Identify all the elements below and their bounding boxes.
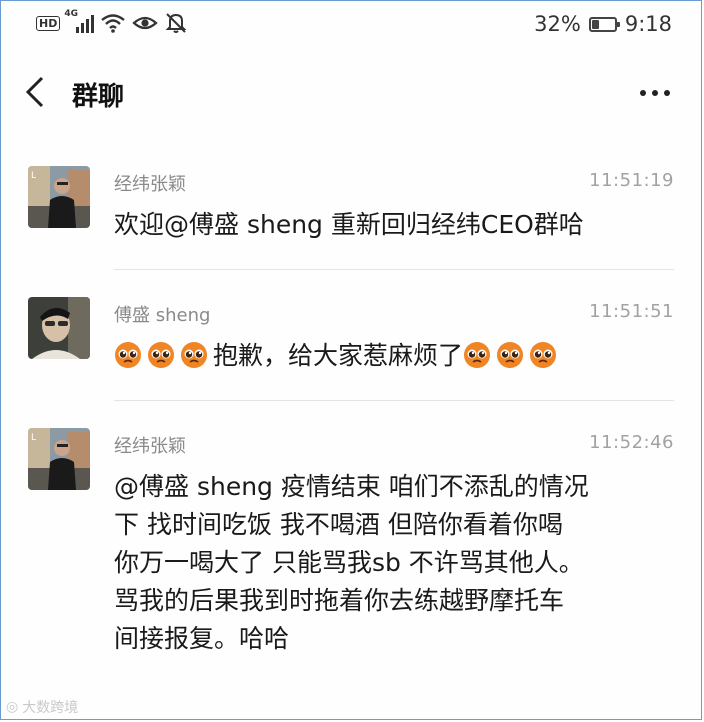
sender-name: 经纬张颖: [114, 174, 186, 195]
pleading-face-icon: [530, 342, 557, 368]
message-body: 抱歉，给大家惹麻烦了: [213, 341, 464, 370]
pleading-face-icon: [464, 342, 491, 368]
message-time: 11:51:51: [589, 301, 674, 322]
status-bar: HD 4G 32% 9:18: [0, 0, 704, 52]
eye-comfort-icon: [132, 16, 158, 30]
message-divider: [114, 400, 674, 401]
message-time: 11:52:46: [589, 432, 674, 453]
pleading-face-icon: [497, 342, 524, 368]
sender-name: 经纬张颖: [114, 436, 186, 457]
chat-title: 群聊: [72, 82, 125, 112]
mute-bell-icon: [165, 13, 187, 33]
message-item: L 经纬张颖 11:52:46 @傅盛 sheng 疫情结束 咱们不添乱的情况 …: [0, 428, 704, 678]
sender-name: 傅盛 sheng: [114, 305, 211, 326]
back-arrow-icon[interactable]: [22, 74, 52, 110]
message-line: 你万一喝大了 只能骂我sb 不许骂其他人。: [114, 548, 584, 577]
message-line: 间接报复。哈哈: [114, 624, 290, 653]
wifi-icon: [101, 14, 126, 33]
avatar[interactable]: [28, 297, 90, 359]
message-time: 11:51:19: [589, 170, 674, 191]
hd-voice-icon: HD: [36, 15, 61, 31]
battery-icon: [588, 16, 620, 32]
avatar[interactable]: L: [28, 428, 90, 490]
network-type-label: 4G: [64, 9, 78, 19]
message-text: @傅盛 sheng 疫情结束 咱们不添乱的情况 下 找时间吃饭 我不喝酒 但陪你…: [114, 468, 674, 658]
clock: 9:18: [624, 12, 672, 36]
svg-text:L: L: [31, 171, 36, 181]
message-text: 欢迎@傅盛 sheng 重新回归经纬CEO群哈: [114, 210, 584, 239]
message-text: 抱歉，给大家惹麻烦了: [114, 337, 674, 375]
watermark: ◎ 大数跨境: [6, 699, 79, 716]
message-line: 下 找时间吃饭 我不喝酒 但陪你看着你喝: [114, 510, 563, 539]
message-divider: [114, 269, 674, 270]
pleading-face-icon: [181, 342, 207, 368]
svg-text:L: L: [31, 433, 36, 443]
more-options-icon[interactable]: [640, 90, 670, 96]
message-item: 傅盛 sheng 11:51:51 抱歉，给大家惹麻烦了: [0, 297, 704, 402]
message-line: 骂我的后果我到时拖着你去练越野摩托车: [114, 586, 565, 615]
message-line: @傅盛 sheng 疫情结束 咱们不添乱的情况: [114, 472, 589, 501]
chat-header: 群聊: [0, 60, 704, 126]
avatar[interactable]: L: [28, 166, 90, 228]
pleading-face-icon: [148, 342, 174, 368]
battery-percent: 32%: [534, 12, 581, 36]
pleading-face-icon: [115, 342, 141, 368]
cellular-signal-icon: 4G: [64, 9, 95, 33]
watermark-logo-icon: ◎: [6, 699, 19, 715]
message-item: L 经纬张颖 11:51:19 欢迎@傅盛 sheng 重新回归经纬CEO群哈: [0, 166, 704, 271]
